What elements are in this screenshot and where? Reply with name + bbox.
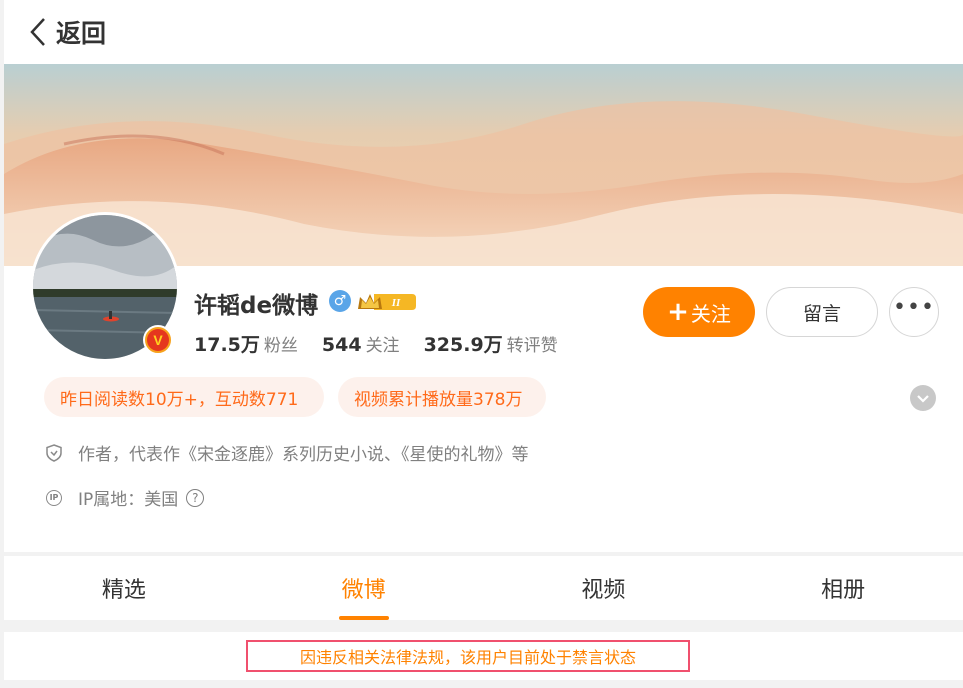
profile-card: 返回 V 许韬de微博 ♂ II 17.5万 粉丝 544 关注 325.9万 … xyxy=(4,0,963,552)
help-icon[interactable]: ? xyxy=(186,488,205,507)
follow-label: 关注 xyxy=(690,301,731,326)
profile-name: 许韬de微博 xyxy=(194,293,319,319)
stat-label: 转评赞 xyxy=(506,336,558,356)
stat-likes: 325.9万 转评赞 xyxy=(424,330,558,357)
back-button[interactable]: 返回 xyxy=(30,14,106,50)
back-label: 返回 xyxy=(56,19,107,48)
verified-badge-icon: V xyxy=(143,325,173,355)
expand-button[interactable] xyxy=(910,385,936,411)
ip-location-icon: IP xyxy=(44,488,64,508)
tab-featured[interactable]: 精选 xyxy=(4,556,244,620)
tab-weibo[interactable]: 微博 xyxy=(244,556,484,620)
chevron-down-icon xyxy=(916,389,930,408)
vip-crown-icon: II xyxy=(356,291,416,317)
tag-reading-stats: 昨日阅读数10万+，互动数771 xyxy=(44,377,324,417)
more-dots-icon: ••• xyxy=(893,295,935,320)
chevron-left-icon xyxy=(30,17,46,47)
message-button[interactable]: 留言 xyxy=(766,287,878,337)
stat-value: 544 xyxy=(321,334,362,356)
bio-text: 作者，代表作《宋金逐鹿》系列历史小说、《星使的礼物》等 xyxy=(78,445,529,465)
notice-bar: 因违反相关法律法规，该用户目前处于禁言状态 xyxy=(4,632,963,680)
profile-stats: 17.5万 粉丝 544 关注 325.9万 转评赞 xyxy=(194,330,582,357)
stat-label: 粉丝 xyxy=(263,336,298,356)
ip-location-text: IP属地：美国 xyxy=(78,490,179,510)
top-bar: 返回 xyxy=(4,0,963,64)
shield-icon xyxy=(44,443,64,463)
tab-album[interactable]: 相册 xyxy=(723,556,963,620)
avatar[interactable]: V xyxy=(30,212,180,362)
more-button[interactable]: ••• xyxy=(889,287,939,337)
ip-row: IP IP属地：美国 ? xyxy=(44,485,205,510)
bio-row: 作者，代表作《宋金逐鹿》系列历史小说、《星使的礼物》等 xyxy=(44,440,529,465)
stat-fans[interactable]: 17.5万 粉丝 xyxy=(194,330,298,357)
ban-notice: 因违反相关法律法规，该用户目前处于禁言状态 xyxy=(246,640,690,672)
plus-icon: + xyxy=(667,297,689,327)
follow-button[interactable]: + 关注 xyxy=(643,287,755,337)
vip-level-text: II xyxy=(391,297,401,309)
profile-tabs: 精选 微博 视频 相册 xyxy=(4,556,963,620)
stat-value: 325.9万 xyxy=(423,334,503,356)
gender-male-icon: ♂ xyxy=(329,290,351,312)
tab-video[interactable]: 视频 xyxy=(484,556,724,620)
tag-video-stats: 视频累计播放量378万 xyxy=(338,377,546,417)
stat-following[interactable]: 544 关注 xyxy=(322,331,400,356)
stat-label: 关注 xyxy=(365,336,400,356)
stat-value: 17.5万 xyxy=(194,334,260,356)
